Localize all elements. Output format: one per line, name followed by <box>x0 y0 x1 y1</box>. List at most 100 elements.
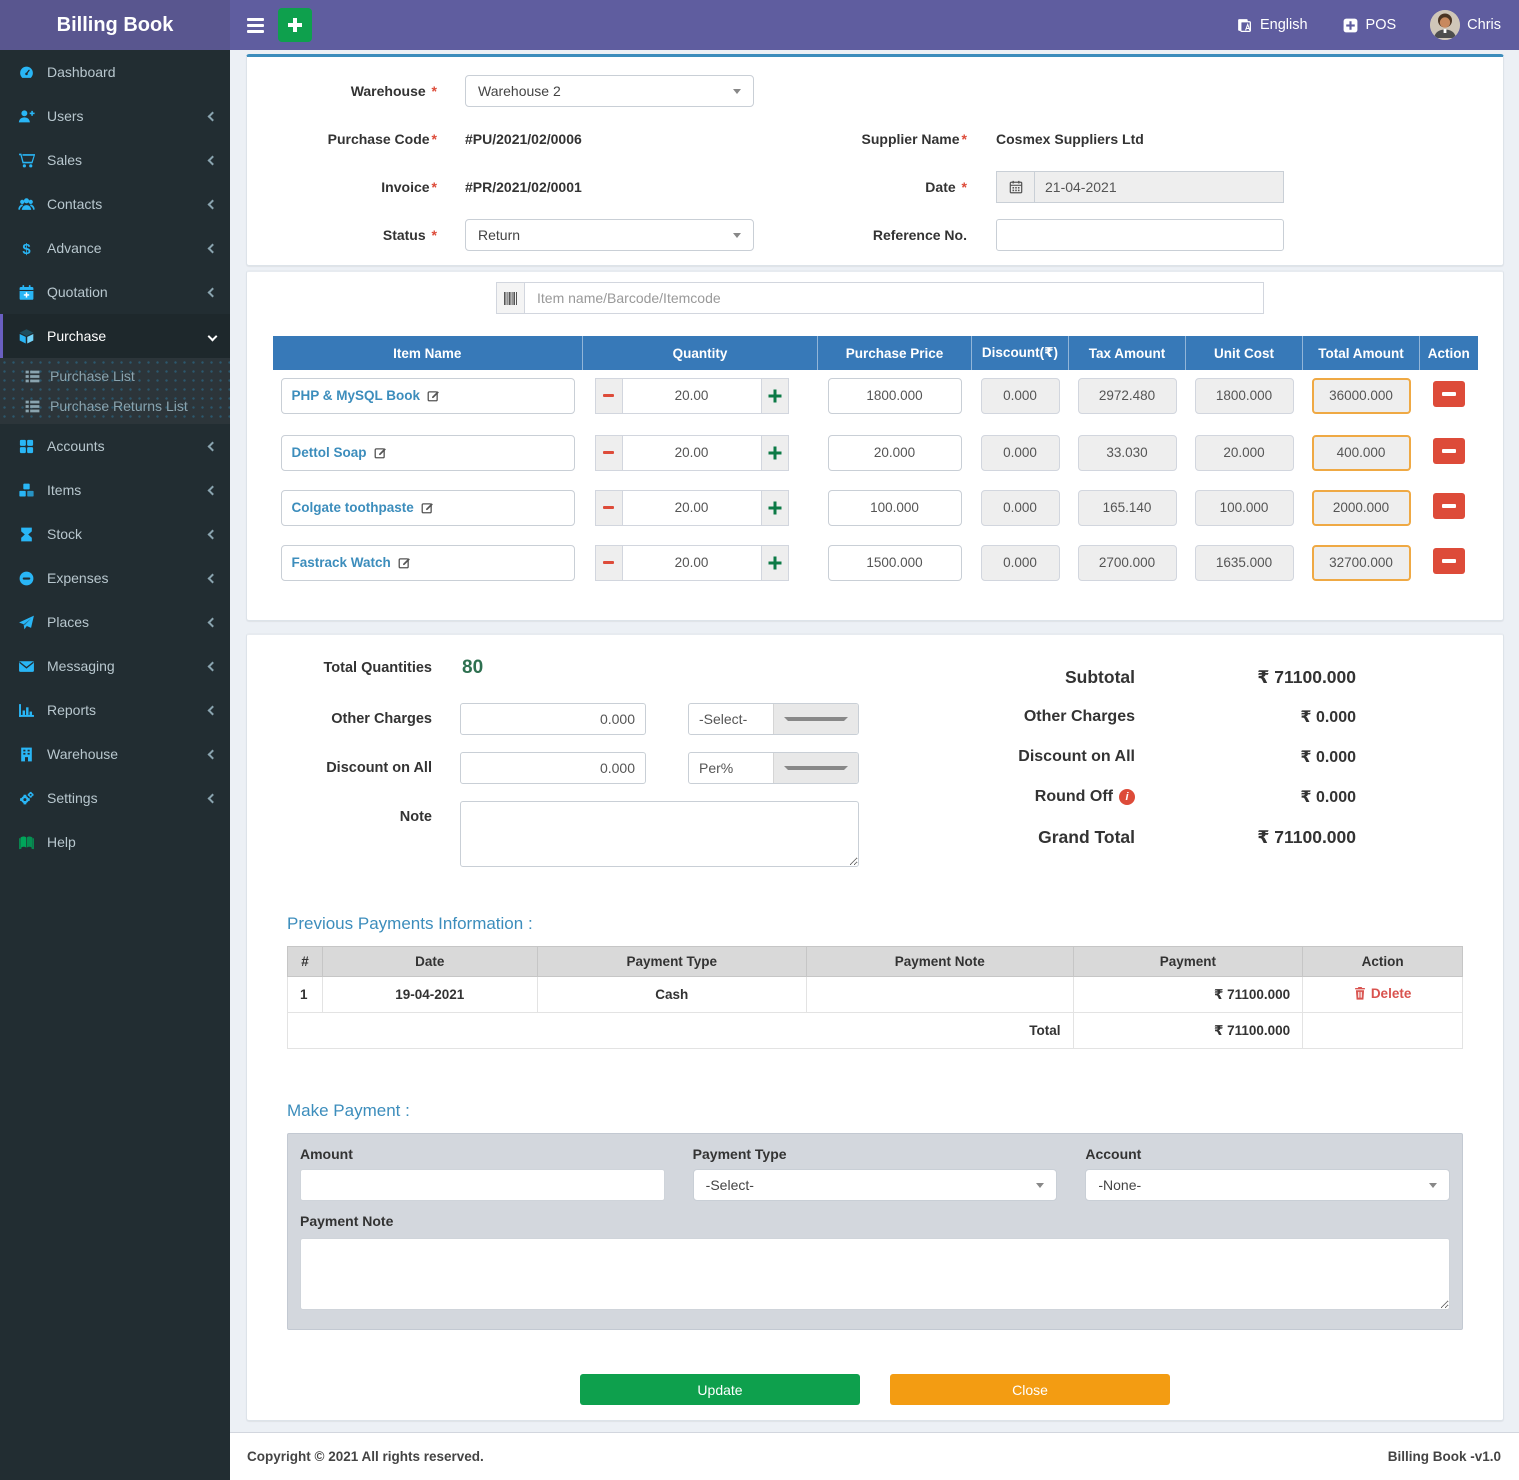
pos-menu[interactable]: POS <box>1342 17 1397 34</box>
other-charges-label: Other Charges <box>287 711 432 727</box>
grand-total-label: Grand Total <box>949 827 1135 848</box>
item-name-link[interactable]: PHP & MySQL Book <box>292 388 421 403</box>
sidebar-item-places[interactable]: Places <box>0 600 230 644</box>
status-select[interactable]: Return <box>465 219 754 251</box>
sidebar-item-help[interactable]: Help <box>0 820 230 864</box>
quantity-increase-button[interactable] <box>761 378 789 414</box>
purchase-return-form-card: Warehouse * Warehouse 2 Purchase Code* #… <box>246 54 1504 266</box>
sidebar-item-quotation[interactable]: Quotation <box>0 270 230 314</box>
list-icon <box>24 398 41 415</box>
sidebar-item-purchase-returns-list[interactable]: Purchase Returns List <box>0 391 230 421</box>
other-charges-input[interactable] <box>460 703 646 735</box>
remove-item-button[interactable] <box>1433 548 1465 574</box>
chevron-left-icon <box>208 573 218 583</box>
sidebar-toggle-icon[interactable] <box>238 8 272 42</box>
sidebar-item-users[interactable]: Users <box>0 94 230 138</box>
items-table: Item Name Quantity Purchase Price Discou… <box>273 336 1478 594</box>
info-icon[interactable]: i <box>1119 789 1135 805</box>
discount-value: 0.000 <box>981 545 1060 581</box>
item-name-box: PHP & MySQL Book <box>281 378 575 414</box>
sidebar-item-stock[interactable]: Stock <box>0 512 230 556</box>
user-menu[interactable]: Chris <box>1430 10 1501 40</box>
purchase-price-input[interactable] <box>828 545 962 581</box>
remove-item-button[interactable] <box>1433 438 1465 464</box>
tax-amount-value: 165.140 <box>1078 490 1177 526</box>
close-button[interactable]: Close <box>890 1374 1170 1405</box>
remove-item-button[interactable] <box>1433 381 1465 407</box>
quantity-increase-button[interactable] <box>761 435 789 471</box>
purchase-price-input[interactable] <box>828 490 962 526</box>
update-button[interactable]: Update <box>580 1374 860 1405</box>
edit-item-icon[interactable] <box>398 556 411 569</box>
sidebar-item-reports[interactable]: Reports <box>0 688 230 732</box>
edit-item-icon[interactable] <box>421 501 434 514</box>
grid-icon <box>18 438 35 455</box>
quantity-increase-button[interactable] <box>761 545 789 581</box>
quantity-input[interactable] <box>623 378 761 414</box>
purchase-submenu: Purchase List Purchase Returns List <box>0 358 230 424</box>
sidebar-item-messaging[interactable]: Messaging <box>0 644 230 688</box>
quantity-input[interactable] <box>623 435 761 471</box>
quantity-decrease-button[interactable] <box>595 490 623 526</box>
account-select[interactable]: -None- <box>1085 1169 1450 1201</box>
payment-note-textarea[interactable] <box>300 1238 1450 1310</box>
edit-item-icon[interactable] <box>374 446 387 459</box>
item-name-box: Fastrack Watch <box>281 545 575 581</box>
item-name-link[interactable]: Dettol Soap <box>292 445 367 460</box>
sidebar-item-dashboard[interactable]: Dashboard <box>0 50 230 94</box>
reference-input[interactable] <box>996 219 1284 251</box>
language-menu[interactable]: English <box>1236 17 1308 34</box>
sidebar-item-purchase-list[interactable]: Purchase List <box>0 361 230 391</box>
purchase-price-input[interactable] <box>828 435 962 471</box>
sidebar-item-expenses[interactable]: Expenses <box>0 556 230 600</box>
payment-index: 1 <box>288 977 323 1013</box>
cubes-icon <box>18 482 35 499</box>
quantity-input[interactable] <box>623 545 761 581</box>
total-amount-value: 32700.000 <box>1312 545 1411 581</box>
other-charges-select[interactable]: -Select- <box>688 703 859 735</box>
quick-add-button[interactable] <box>278 8 312 42</box>
items-table-header: Item Name Quantity Purchase Price Discou… <box>273 336 1478 370</box>
sidebar-item-settings[interactable]: Settings <box>0 776 230 820</box>
contacts-icon <box>18 196 35 213</box>
item-search-input[interactable] <box>524 282 1264 314</box>
totals-summary-block: Subtotal ₹ 71100.000 Other Charges ₹ 0.0… <box>949 657 1356 884</box>
sidebar-item-items[interactable]: Items <box>0 468 230 512</box>
sidebar-item-accounts[interactable]: Accounts <box>0 424 230 468</box>
payment-type-select[interactable]: -Select- <box>693 1169 1058 1201</box>
warehouse-select[interactable]: Warehouse 2 <box>465 75 754 107</box>
chevron-left-icon <box>208 617 218 627</box>
amount-input[interactable] <box>300 1169 665 1201</box>
sidebar-item-warehouse[interactable]: Warehouse <box>0 732 230 776</box>
note-textarea[interactable] <box>460 801 859 867</box>
item-name-box: Colgate toothpaste <box>281 490 575 526</box>
quantity-decrease-button[interactable] <box>595 435 623 471</box>
sidebar-item-sales[interactable]: Sales <box>0 138 230 182</box>
sidebar-item-purchase[interactable]: Purchase <box>0 314 230 358</box>
round-off-label: Round Off i <box>949 788 1135 806</box>
quantity-stepper <box>595 435 806 471</box>
sidebar-item-advance[interactable]: $ Advance <box>0 226 230 270</box>
discount-on-all-input[interactable] <box>460 752 646 784</box>
quantity-increase-button[interactable] <box>761 490 789 526</box>
item-name-link[interactable]: Colgate toothpaste <box>292 500 414 515</box>
copyright-text: Copyright © 2021 All rights reserved. <box>247 1449 484 1464</box>
chevron-down-icon <box>773 753 858 783</box>
unit-cost-value: 20.000 <box>1195 435 1294 471</box>
quantity-decrease-button[interactable] <box>595 378 623 414</box>
item-name-link[interactable]: Fastrack Watch <box>292 555 391 570</box>
subtotal-value: ₹ 71100.000 <box>1135 667 1356 688</box>
edit-item-icon[interactable] <box>427 389 440 402</box>
quantity-input[interactable] <box>623 490 761 526</box>
delete-payment-link[interactable]: Delete <box>1354 986 1412 1001</box>
quantity-decrease-button[interactable] <box>595 545 623 581</box>
previous-payments-section: Previous Payments Information : # Date P… <box>247 914 1503 1049</box>
date-input[interactable] <box>1034 171 1284 203</box>
app-logo[interactable]: Billing Book <box>0 0 230 50</box>
discount-type-select[interactable]: Per% <box>688 752 859 784</box>
remove-item-button[interactable] <box>1433 493 1465 519</box>
unit-cost-value: 1800.000 <box>1195 378 1294 414</box>
purchase-price-input[interactable] <box>828 378 962 414</box>
sidebar-item-contacts[interactable]: Contacts <box>0 182 230 226</box>
payment-total-row: Total ₹ 71100.000 <box>288 1013 1463 1049</box>
